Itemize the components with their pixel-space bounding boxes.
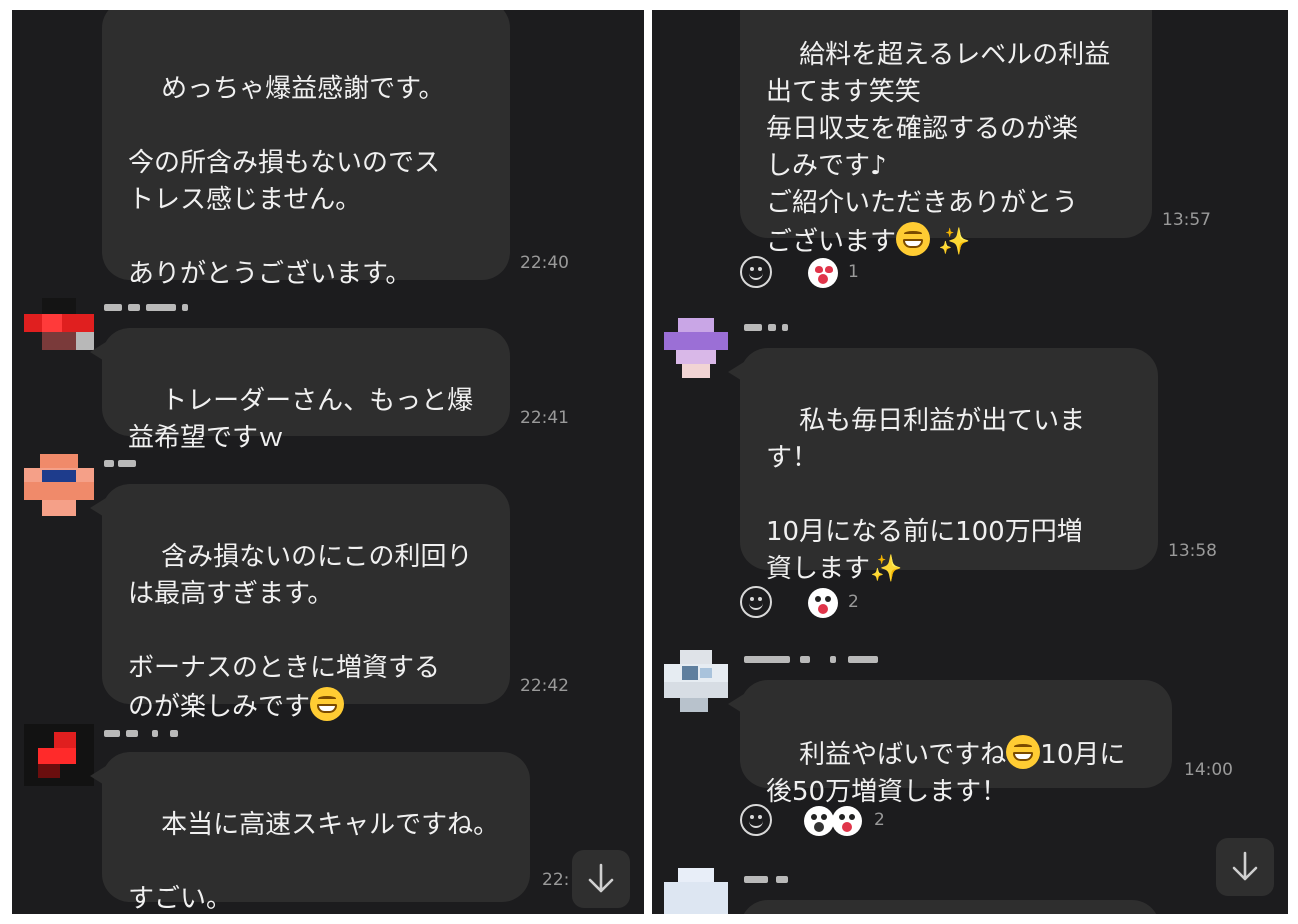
smiley-outline-icon[interactable] [740,586,772,618]
message-time: 22:41 [520,408,569,428]
message-time: 22:42 [520,676,569,696]
smiley-outline-icon[interactable] [740,256,772,288]
message-bubble[interactable]: 利益やばいですね 10月に 後50万増資します！ [728,680,1172,807]
sender-name-redacted [744,656,904,666]
sender-name-redacted [744,324,804,334]
message-text: 本当に高速スキャルですね。 すごい。 [128,810,500,914]
message-time: 14:00 [1184,760,1233,780]
message-text: 給料を超えるレベルの利益 出てます笑笑 毎日収支を確認するのが楽 しみです♪ ご… [766,40,1111,257]
reaction-row: 1 [740,256,880,292]
message-bubble[interactable] [740,900,1160,914]
message-bubble[interactable]: 本当に高速スキャルですね。 すごい。 [90,752,530,914]
message-bubble[interactable]: 私も毎日利益が出ていま す！ 10月になる前に100万円増 資します✨ [728,348,1158,584]
grinning-face-icon [310,687,345,721]
arrow-down-icon [588,863,614,893]
message-bubble[interactable]: トレーダーさん、もっと爆 益希望ですｗ [90,328,510,453]
message-text: 利益やばいですね [799,740,1007,770]
heart-eyes-face-icon[interactable] [808,258,838,288]
sparkles-icon: ✨ [870,554,903,584]
reaction-row: 2 [740,586,880,622]
chat-panel-right[interactable]: 給料を超えるレベルの利益 出てます笑笑 毎日収支を確認するのが楽 しみです♪ ご… [652,10,1288,914]
avatar[interactable] [664,650,728,712]
reaction-count: 2 [874,810,885,830]
message-text: トレーダーさん、もっと爆 益希望ですｗ [128,386,474,453]
chat-panel-left[interactable]: めっちゃ爆益感謝です。 今の所含み損もないのでス トレス感じません。 ありがとう… [12,10,644,914]
scroll-to-bottom-button[interactable] [1216,838,1274,896]
avatar[interactable] [24,454,94,516]
avatar[interactable] [24,298,94,360]
scroll-to-bottom-button[interactable] [572,850,630,908]
sender-name-redacted [744,876,804,886]
laughing-face-icon [896,222,931,256]
message-time: 22:40 [520,253,569,273]
arrow-down-icon [1232,851,1258,881]
grinning-face-icon [1006,735,1041,769]
avatar[interactable] [24,724,94,786]
message-time: 13:58 [1168,541,1217,561]
message-time: 22: [542,870,570,890]
surprised-face-icon[interactable] [832,806,862,836]
sender-name-redacted [104,730,194,740]
message-text: 私も毎日利益が出ていま す！ 10月になる前に100万円増 資します [766,406,1086,584]
avatar[interactable] [664,318,728,380]
reaction-count: 2 [848,592,859,612]
surprised-face-icon[interactable] [808,588,838,618]
sender-name-redacted [104,460,144,470]
message-text: 含み損ないのにこの利回り は最高すぎます。 ボーナスのときに増資する のが楽しみ… [128,542,473,722]
message-bubble[interactable]: 給料を超えるレベルの利益 出てます笑笑 毎日収支を確認するのが楽 しみです♪ ご… [740,10,1152,257]
sender-name-redacted [104,304,194,314]
thumbs-up-face-icon[interactable] [804,806,834,836]
message-bubble[interactable]: 含み損ないのにこの利回り は最高すぎます。 ボーナスのときに増資する のが楽しみ… [90,484,510,722]
smiley-outline-icon[interactable] [740,804,772,836]
sparkles-icon: ✨ [938,227,971,257]
reaction-row: 2 [740,804,900,840]
message-time: 13:57 [1162,210,1211,230]
message-text: めっちゃ爆益感謝です。 今の所含み損もないのでス トレス感じません。 ありがとう… [128,74,445,289]
message-bubble[interactable]: めっちゃ爆益感謝です。 今の所含み損もないのでス トレス感じません。 ありがとう… [102,10,510,289]
reaction-count: 1 [848,262,859,282]
avatar[interactable] [664,868,728,914]
